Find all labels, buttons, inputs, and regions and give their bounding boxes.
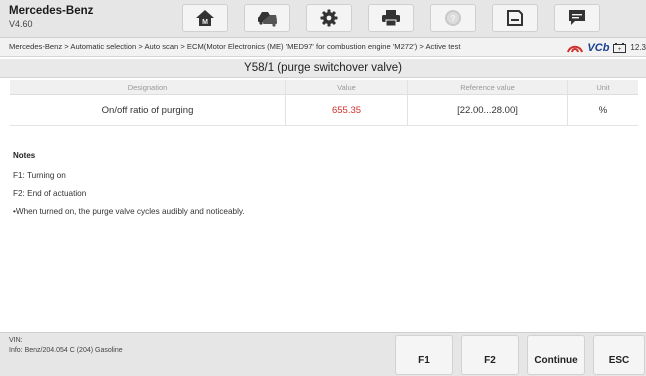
settings-button[interactable] (306, 4, 352, 32)
home-button[interactable]: M (182, 4, 228, 32)
vehicle-swap-icon (258, 12, 277, 27)
vci-link-icon (567, 45, 584, 52)
message-button[interactable] (554, 4, 600, 32)
gear-icon (320, 9, 338, 27)
vehicle-info-text: Info: Benz/204.054 C (204) Gasoline (9, 347, 123, 354)
f2-button[interactable]: F2 (461, 335, 519, 375)
column-header-unit: Unit (596, 83, 610, 92)
bottom-bar: VIN: Info: Benz/204.054 C (204) Gasoline… (0, 332, 646, 376)
home-icon: M (196, 10, 214, 26)
vin-label: VIN: (9, 337, 23, 344)
notes-title: Notes (13, 151, 36, 160)
column-header-designation: Designation (10, 80, 286, 94)
svg-text:?: ? (450, 14, 456, 24)
vehicle-swap-button[interactable] (244, 4, 290, 32)
battery-voltage: 12.3 (630, 43, 646, 52)
breadcrumb-bar: Mercedes-Benz > Automatic selection > Au… (0, 38, 646, 57)
battery-icon: + (613, 42, 627, 53)
printer-icon (382, 10, 400, 27)
app-version: V4.60 (9, 19, 33, 29)
column-header-value: Value (286, 80, 408, 94)
notes-section: Notes F1: Turning on F2: End of actuatio… (13, 151, 613, 225)
vci-label: VCb (587, 41, 610, 54)
unit-cell: % (598, 105, 608, 116)
note-line: •When turned on, the purge valve cycles … (13, 207, 245, 216)
brand-name: Mercedes-Benz (9, 5, 94, 17)
esc-button[interactable]: ESC (593, 335, 645, 375)
f1-button[interactable]: F1 (395, 335, 453, 375)
continue-button[interactable]: Continue (527, 335, 585, 375)
message-icon (569, 10, 585, 25)
designation-cell: On/off ratio of purging (10, 95, 286, 125)
breadcrumb: Mercedes-Benz > Automatic selection > Au… (9, 42, 461, 51)
save-button[interactable] (492, 4, 538, 32)
help-button[interactable]: ? (430, 4, 476, 32)
reference-cell: [22.00...28.00] (408, 95, 568, 125)
svg-text:M: M (202, 19, 208, 26)
svg-text:+: + (618, 47, 622, 53)
vehicle-info: VIN: Info: Benz/204.054 C (204) Gasoline (9, 336, 123, 356)
table-header: Designation Value Reference value Unit (10, 80, 638, 95)
top-toolbar: Mercedes-Benz V4.60 M ? (0, 0, 646, 38)
save-icon (507, 10, 523, 26)
data-table: Designation Value Reference value Unit O… (10, 80, 638, 126)
table-row[interactable]: On/off ratio of purging 655.35 [22.00...… (10, 95, 638, 126)
page-title: Y58/1 (purge switchover valve) (0, 59, 646, 78)
note-line: F1: Turning on (13, 171, 66, 180)
print-button[interactable] (368, 4, 414, 32)
help-icon: ? (445, 10, 461, 26)
value-cell: 655.35 (286, 95, 408, 125)
brand: Mercedes-Benz V4.60 (9, 4, 93, 31)
status-area: VCb + 12.3 (567, 40, 646, 55)
note-line: F2: End of actuation (13, 189, 87, 198)
column-header-reference: Reference value (408, 80, 568, 94)
